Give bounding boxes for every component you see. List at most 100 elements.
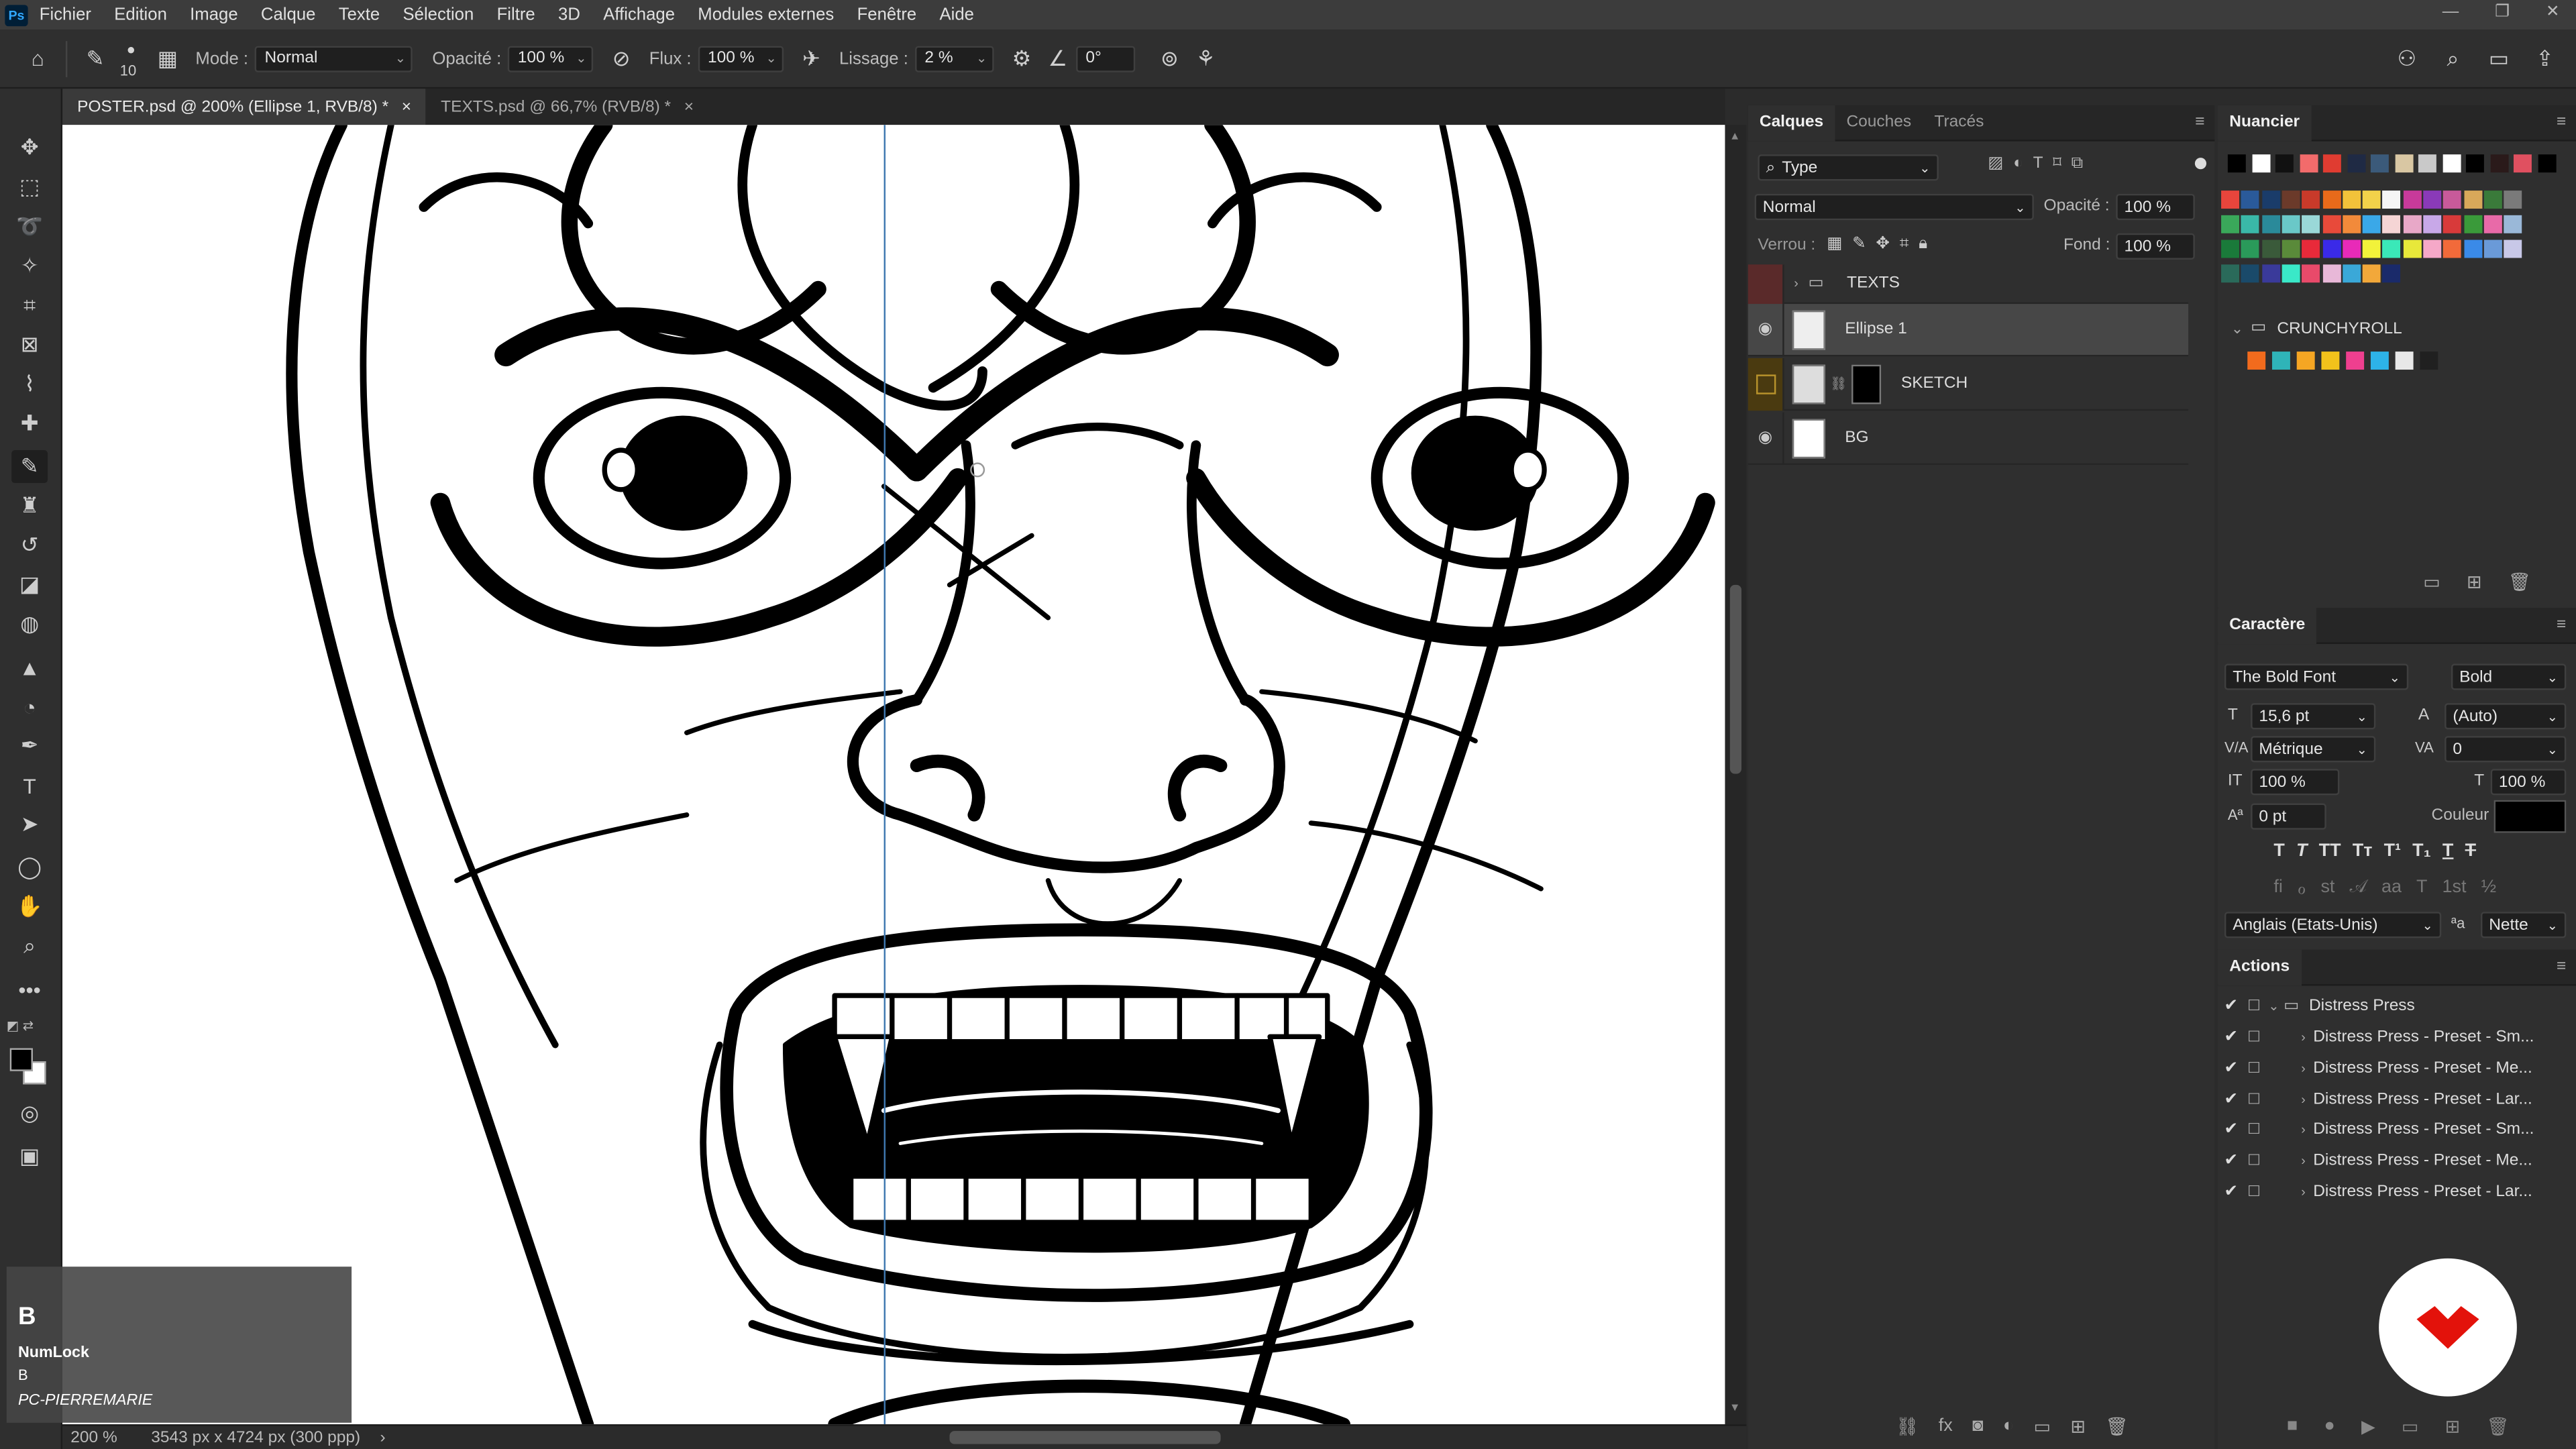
action-item[interactable]: ✔ ☐ › Distress Press - Preset - Me... [2218, 1053, 2576, 1084]
font-family-select[interactable]: The Bold Font ⌄ [2224, 663, 2409, 690]
horizontal-scale-field[interactable]: 100 % [2490, 769, 2567, 796]
layer-fill-field[interactable]: 100 % [2116, 233, 2195, 260]
swatch[interactable] [2423, 239, 2442, 258]
ligatures-icon[interactable]: ﬁ [2273, 877, 2282, 899]
swatch[interactable] [2299, 154, 2318, 173]
search-people-icon[interactable]: ⚇ [2389, 40, 2425, 76]
expand-icon[interactable]: › [1794, 276, 1799, 290]
close-icon[interactable]: × [684, 98, 694, 116]
frame-tool-icon[interactable]: ⊠ [11, 329, 48, 362]
check-icon[interactable]: ✔ [2218, 1028, 2244, 1046]
image-filter-icon[interactable]: ▨ [1988, 154, 2003, 172]
swatch[interactable] [2261, 215, 2280, 233]
delete-layer-icon[interactable]: 🗑︎ [2105, 1416, 2128, 1437]
new-set-icon[interactable]: ▭ [2402, 1416, 2418, 1437]
text-color-swatch[interactable] [2493, 800, 2567, 833]
menu-item-5[interactable]: Sélection [391, 5, 485, 24]
workspace-icon[interactable]: ▭ [2481, 40, 2517, 76]
marquee-tool-icon[interactable]: ⬚ [11, 171, 48, 204]
swatch[interactable] [2423, 191, 2442, 209]
menu-item-1[interactable]: Edition [103, 5, 178, 24]
swatch[interactable] [2221, 239, 2239, 258]
ordinals-icon[interactable]: 1st [2443, 877, 2467, 899]
dialog-toggle-icon[interactable]: ☐ [2244, 1059, 2263, 1077]
swatch[interactable] [2423, 215, 2442, 233]
expand-icon[interactable]: › [2294, 1185, 2313, 1199]
expand-icon[interactable]: › [2294, 1123, 2313, 1138]
quick-mask-icon[interactable]: ◎ [11, 1097, 48, 1130]
swatch[interactable] [2282, 215, 2300, 233]
share-icon[interactable]: ⇪ [2527, 40, 2563, 76]
swatch[interactable] [2370, 154, 2389, 173]
layer-row-texts[interactable]: › ▭ TEXTS [1748, 264, 2189, 305]
blend-mode-select[interactable]: Normal ⌄ [1754, 193, 2034, 221]
swatch[interactable] [2418, 154, 2436, 173]
brush-tool-icon[interactable]: ✎ [11, 450, 48, 484]
add-mask-icon[interactable]: ◙ [1972, 1416, 1983, 1438]
screen-mode-icon[interactable]: ▣ [11, 1140, 48, 1173]
check-icon[interactable]: ✔ [2218, 1121, 2244, 1139]
swatch[interactable] [2302, 239, 2320, 258]
flow-field[interactable]: 100 % ⌄ [698, 45, 784, 72]
expand-icon[interactable]: › [2294, 1092, 2313, 1107]
swatch[interactable] [2443, 215, 2462, 233]
pen-tool-icon[interactable]: ✒ [11, 729, 48, 762]
swatch[interactable] [2322, 215, 2341, 233]
foreground-color[interactable] [9, 1048, 33, 1071]
panel-menu-icon[interactable]: ≡ [2557, 113, 2566, 131]
swatch[interactable] [2403, 215, 2422, 233]
swatch[interactable] [2302, 215, 2320, 233]
swatch[interactable] [2322, 264, 2341, 283]
home-icon[interactable]: ⌂ [19, 40, 56, 76]
swatch[interactable] [2383, 191, 2401, 209]
menu-item-0[interactable]: Fichier [28, 5, 103, 24]
swatch[interactable] [2302, 191, 2320, 209]
history-brush-tool-icon[interactable]: ↺ [11, 529, 48, 562]
swatch[interactable] [2362, 215, 2381, 233]
swatch[interactable] [2322, 239, 2341, 258]
swatch[interactable] [2247, 352, 2266, 370]
swatch[interactable] [2302, 264, 2320, 283]
stop-icon[interactable]: ■ [2287, 1416, 2298, 1438]
default-colors-icon[interactable]: ◩ ⇄ [7, 1018, 34, 1033]
play-icon[interactable]: ▶ [2361, 1416, 2375, 1437]
swatch[interactable] [2342, 239, 2361, 258]
path-selection-tool-icon[interactable]: ➤ [11, 808, 48, 841]
tab-calques[interactable]: Calques [1748, 104, 1835, 141]
menu-item-11[interactable]: Aide [928, 5, 985, 24]
swatch[interactable] [2271, 352, 2290, 370]
visibility-toggle[interactable] [1748, 264, 1784, 303]
visibility-toggle[interactable] [1748, 357, 1784, 411]
swatch[interactable] [2282, 191, 2300, 209]
expand-icon[interactable]: › [2294, 1061, 2313, 1076]
action-item[interactable]: ✔ ☐ › Distress Press - Preset - Sm... [2218, 1114, 2576, 1146]
swatch[interactable] [2342, 191, 2361, 209]
swatch[interactable] [2383, 264, 2401, 283]
swatch[interactable] [2241, 264, 2260, 283]
swatch[interactable] [2403, 191, 2422, 209]
swatch[interactable] [2362, 239, 2381, 258]
swatch[interactable] [2261, 264, 2280, 283]
new-layer-icon[interactable]: ⊞ [2070, 1416, 2086, 1437]
swatch[interactable] [2261, 191, 2280, 209]
swatch[interactable] [2362, 191, 2381, 209]
swatch[interactable] [2221, 191, 2239, 209]
action-item[interactable]: ✔ ☐ › Distress Press - Preset - Me... [2218, 1145, 2576, 1177]
vertical-scrollbar[interactable] [1725, 125, 1747, 1425]
swatch[interactable] [2282, 239, 2300, 258]
swatch[interactable] [2370, 352, 2389, 370]
swatch[interactable] [2489, 154, 2508, 173]
angle-field[interactable]: 0° [1075, 45, 1135, 72]
close-icon[interactable]: ✕ [2546, 3, 2560, 21]
swatch[interactable] [2275, 154, 2294, 173]
expand-icon[interactable]: ⌄ [2264, 999, 2284, 1014]
swatch[interactable] [2465, 154, 2484, 173]
pressure-size-icon[interactable]: ⊚ [1151, 40, 1187, 76]
baseline-shift-field[interactable]: 0 pt [2251, 803, 2326, 830]
brush-size-picker[interactable]: ● 10 [113, 34, 150, 83]
swatch[interactable] [2463, 239, 2482, 258]
swatch[interactable] [2322, 154, 2341, 173]
scroll-up-icon[interactable]: ▴ [1731, 128, 1738, 143]
layer-filter-select[interactable]: ⌕ Type ⌄ [1758, 154, 1939, 181]
titling-icon[interactable]: T [2416, 877, 2427, 899]
